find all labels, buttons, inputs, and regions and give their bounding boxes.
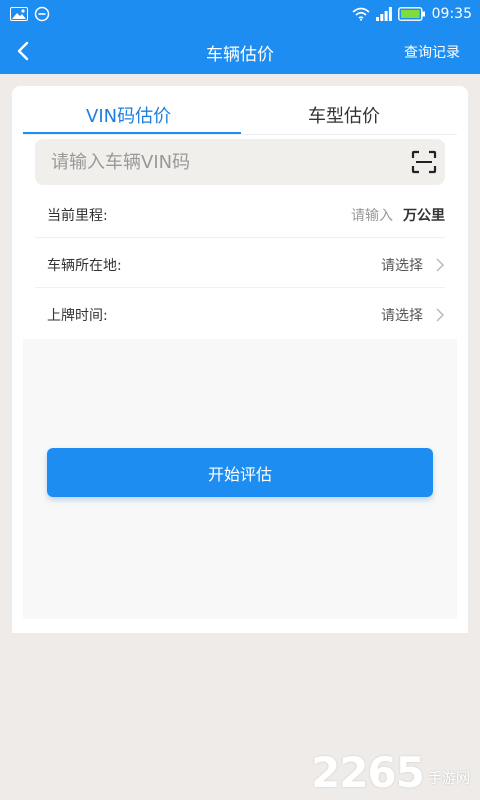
vin-search-box	[35, 139, 445, 185]
mileage-unit: 万公里	[403, 208, 445, 224]
status-time: 09:35	[431, 6, 472, 22]
image-icon	[10, 7, 28, 21]
location-label: 车辆所在地:	[47, 258, 122, 274]
status-bar: 09:35	[0, 0, 480, 28]
plate-date-select[interactable]: 请选择	[381, 305, 445, 325]
tab-vin-valuation[interactable]: VIN码估价	[86, 102, 171, 128]
location-select[interactable]: 请选择	[381, 255, 445, 275]
chevron-right-icon	[436, 258, 445, 272]
watermark: 2265 手游网	[311, 748, 470, 797]
chevron-right-icon	[436, 308, 445, 322]
location-value: 请选择	[381, 258, 423, 274]
valuation-card: VIN码估价 车型估价 当前里程: 请输入 万公里 车辆所在地: 请选择	[12, 86, 468, 633]
mileage-field[interactable]: 请输入 万公里	[351, 205, 445, 225]
status-bar-left	[10, 6, 50, 22]
battery-icon	[397, 7, 425, 21]
wifi-icon	[352, 7, 370, 21]
mileage-label: 当前里程:	[47, 208, 108, 224]
scan-icon[interactable]	[411, 150, 437, 174]
plate-date-row[interactable]: 上牌时间: 请选择	[35, 288, 445, 338]
plate-date-value: 请选择	[381, 308, 423, 324]
mileage-row[interactable]: 当前里程: 请输入 万公里	[35, 188, 445, 238]
tab-bar: VIN码估价 车型估价	[12, 86, 468, 136]
status-bar-right: 09:35	[352, 6, 472, 22]
watermark-text: 手游网	[428, 770, 470, 787]
active-tab-indicator	[23, 132, 241, 134]
location-row[interactable]: 车辆所在地: 请选择	[35, 238, 445, 288]
signal-icon	[375, 7, 392, 21]
minus-circle-icon	[34, 6, 50, 22]
tab-divider	[23, 134, 457, 135]
nav-bar: 车辆估价 查询记录	[0, 28, 480, 74]
tab-model-valuation[interactable]: 车型估价	[308, 102, 380, 128]
start-valuation-button[interactable]: 开始评估	[47, 448, 433, 497]
query-history-link[interactable]: 查询记录	[404, 42, 460, 62]
plate-date-label: 上牌时间:	[47, 308, 108, 324]
mileage-input-hint[interactable]: 请输入	[351, 205, 393, 225]
watermark-number: 2265	[311, 748, 425, 797]
vin-input[interactable]	[35, 139, 395, 185]
